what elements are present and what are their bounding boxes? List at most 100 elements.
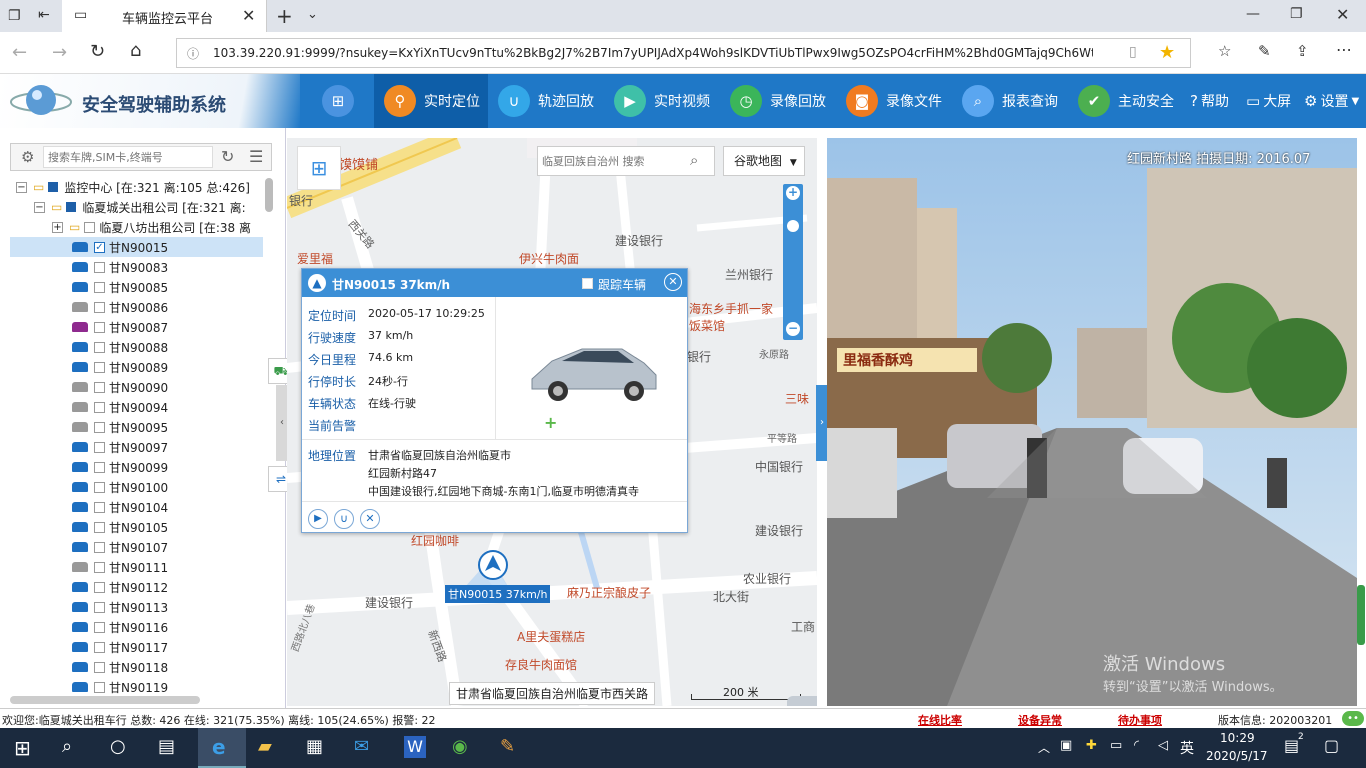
vehicle-checkbox[interactable] — [94, 361, 105, 373]
nav-help[interactable]: ? 帮助 — [1190, 74, 1229, 128]
vehicle-checkbox[interactable] — [94, 541, 105, 553]
nav-report-query[interactable]: ⌕ 报表查询 — [962, 74, 1058, 128]
vehicle-row[interactable]: 甘N90086 — [10, 297, 263, 317]
refresh-icon[interactable]: ↻ — [90, 41, 105, 62]
nav-realtime-location[interactable]: ⚲ 实时定位 — [374, 74, 488, 128]
vehicle-row[interactable]: 甘N90119 — [10, 677, 263, 697]
zoom-slider[interactable]: + − — [783, 184, 803, 340]
refresh-icon[interactable]: ↻ — [221, 147, 234, 166]
clock-time[interactable]: 10:29 — [1220, 731, 1255, 745]
vehicle-checkbox[interactable] — [94, 421, 105, 433]
tray-expand-icon[interactable]: ︿ — [1038, 739, 1050, 756]
nav-video-files[interactable]: ◙ 录像文件 — [846, 74, 942, 128]
nav-live-video[interactable]: ▶ 实时视频 — [614, 74, 710, 128]
vehicle-row[interactable]: 甘N90113 — [10, 597, 263, 617]
input-language[interactable]: 英 — [1180, 738, 1194, 758]
vehicle-checkbox[interactable] — [94, 561, 105, 573]
store-icon[interactable]: ▦ — [306, 736, 323, 757]
vehicle-row[interactable]: 甘N90117 — [10, 637, 263, 657]
new-tab-icon[interactable]: + — [276, 4, 293, 28]
more-icon[interactable]: ⋯ — [1336, 40, 1352, 59]
vehicle-row[interactable]: ✓ 甘N90015 — [10, 237, 263, 257]
vehicle-checkbox[interactable] — [94, 501, 105, 513]
task-view-icon[interactable]: ▤ — [158, 736, 175, 757]
checkbox-partial-icon[interactable] — [66, 202, 77, 212]
vehicle-checkbox[interactable] — [94, 481, 105, 493]
expand-bottom-button[interactable]: ︿ — [787, 696, 817, 706]
vehicle-row[interactable]: 甘N90090 — [10, 377, 263, 397]
nav-active-safety[interactable]: ✔ 主动安全 — [1078, 74, 1174, 128]
vehicle-checkbox[interactable] — [94, 321, 105, 333]
vehicle-row[interactable]: 甘N90116 — [10, 617, 263, 637]
checkbox[interactable] — [84, 221, 96, 233]
vehicle-checkbox[interactable] — [94, 301, 105, 313]
wps-icon[interactable]: W — [404, 736, 426, 758]
battery-icon[interactable]: ▭ — [1110, 738, 1122, 753]
zoom-in-icon[interactable]: + — [786, 186, 800, 200]
close-tab-icon[interactable]: ✕ — [242, 6, 255, 25]
reading-view-icon[interactable]: ▯ — [1129, 44, 1137, 60]
map-type-select[interactable]: 谷歌地图 ▼ — [723, 146, 805, 176]
pending-link[interactable]: 待办事项 — [1118, 712, 1162, 728]
search-icon[interactable]: ⌕ — [690, 151, 698, 169]
vehicle-checkbox[interactable] — [94, 681, 105, 693]
tray-add-icon[interactable]: ✚ — [1086, 738, 1097, 753]
zoom-out-icon[interactable]: − — [786, 322, 800, 336]
vehicle-checkbox[interactable] — [94, 381, 105, 393]
checkbox-partial-icon[interactable] — [48, 182, 59, 192]
vehicle-row[interactable]: 甘N90104 — [10, 497, 263, 517]
vehicle-checkbox[interactable] — [94, 581, 105, 593]
vehicle-row[interactable]: 甘N90107 — [10, 537, 263, 557]
paint-icon[interactable]: ✎ — [500, 736, 515, 757]
vehicle-row[interactable]: 甘N90111 — [10, 557, 263, 577]
chat-icon[interactable]: •• — [1342, 711, 1364, 726]
vehicle-row[interactable]: 甘N90112 — [10, 577, 263, 597]
vehicle-row[interactable]: 甘N90087 — [10, 317, 263, 337]
browser-tab[interactable]: ▭ 车辆监控云平台 ✕ — [62, 0, 267, 32]
forward-icon[interactable]: → — [52, 42, 67, 63]
vehicle-row[interactable]: 甘N90089 — [10, 357, 263, 377]
street-view-panel[interactable]: 红园新村路 拍摄日期: 2016.07 里福香酥鸡 激活 Windows 转到“… — [827, 138, 1357, 706]
tab-actions-icon[interactable]: ❐ — [8, 8, 21, 24]
network-icon[interactable]: ◜ — [1134, 738, 1139, 753]
tree-node-company[interactable]: − ▭ 临夏城关出租公司 [在:321 离: — [34, 197, 246, 217]
follow-checkbox[interactable] — [582, 278, 593, 289]
menu-icon[interactable]: ☰ — [249, 147, 263, 166]
vehicle-checkbox[interactable] — [94, 661, 105, 673]
nav-track-playback[interactable]: ∪ 轨迹回放 — [498, 74, 594, 128]
clock-date[interactable]: 2020/5/17 — [1206, 749, 1268, 763]
expand-icon[interactable]: + — [52, 221, 63, 233]
search-icon[interactable]: ⌕ — [62, 736, 72, 757]
cortana-icon[interactable]: ○ — [110, 736, 126, 757]
action-center-icon[interactable]: ▢ — [1324, 736, 1339, 755]
vehicle-row[interactable]: 甘N90094 — [10, 397, 263, 417]
vehicle-row[interactable]: 甘N90085 — [10, 277, 263, 297]
windows-start-icon[interactable]: ⊞ — [14, 736, 31, 760]
back-tabs-icon[interactable]: ⇤ — [38, 7, 50, 23]
notification-icon[interactable]: ▤ — [1284, 736, 1299, 755]
edge-taskbar-button[interactable]: e — [198, 728, 246, 768]
vehicle-checkbox[interactable]: ✓ — [94, 241, 105, 253]
tree-node-monitor-center[interactable]: − ▭ 监控中心 [在:321 离:105 总:426] — [16, 177, 250, 197]
vehicle-row[interactable]: 甘N90088 — [10, 337, 263, 357]
wechat-icon[interactable]: ◉ — [452, 736, 468, 757]
layer-switch-icon[interactable]: ⊞ — [297, 146, 341, 190]
chevron-down-icon[interactable]: ⌄ — [307, 7, 318, 22]
volume-icon[interactable]: ◁ — [1158, 738, 1168, 753]
collapse-icon[interactable]: − — [34, 201, 45, 213]
zoom-handle[interactable] — [787, 220, 799, 232]
online-ratio-link[interactable]: 在线比率 — [918, 712, 962, 728]
map-search-input[interactable] — [538, 147, 686, 175]
nav-settings[interactable]: ⚙ 设置 ▼ — [1304, 74, 1359, 128]
close-window-icon[interactable]: ✕ — [1336, 5, 1349, 24]
mail-icon[interactable]: ✉ — [354, 736, 369, 757]
vehicle-row[interactable]: 甘N90100 — [10, 477, 263, 497]
vehicle-checkbox[interactable] — [94, 461, 105, 473]
minimize-icon[interactable]: — — [1246, 6, 1260, 22]
address-input[interactable]: ⓘ 103.39.220.91:9999/?nsukey=KxYiXnTUcv9… — [176, 38, 1191, 68]
vehicle-checkbox[interactable] — [94, 261, 105, 273]
vehicle-checkbox[interactable] — [94, 621, 105, 633]
vehicle-row[interactable]: 甘N90118 — [10, 657, 263, 677]
page-scroll-indicator[interactable] — [1357, 585, 1365, 645]
nav-grid-button[interactable]: ⊞ — [322, 74, 368, 128]
